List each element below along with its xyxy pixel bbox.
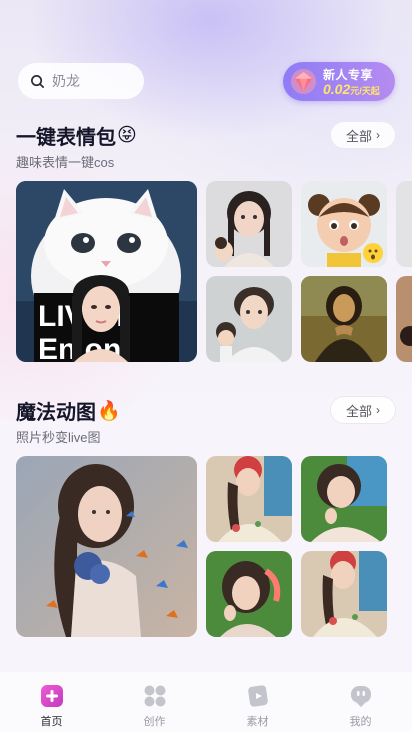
live-photo-2-image: [301, 456, 387, 542]
bottom-tab-bar: 首页 创作 素材 我的: [0, 672, 412, 732]
live-photo-3-image: [206, 551, 292, 637]
sticker-template-girl[interactable]: [206, 181, 292, 267]
promo-price-value: 0.02: [323, 81, 351, 97]
live-template-1[interactable]: [206, 456, 292, 542]
live-template-4[interactable]: [301, 551, 387, 637]
sticker-template-peek[interactable]: [396, 181, 412, 267]
section-title-live: 魔法动图 🔥: [16, 396, 121, 425]
peek-image: [396, 181, 412, 267]
section-title-text: 魔法动图: [16, 402, 96, 424]
see-all-label: 全部: [345, 403, 372, 419]
boy-photo-image: [206, 276, 292, 362]
tab-home[interactable]: 首页: [0, 672, 103, 732]
section-subtitle-live: 照片秒变live图: [16, 430, 101, 445]
tongue-emoji-icon: 😝: [117, 125, 137, 146]
see-all-live-button[interactable]: 全部 ›: [330, 396, 396, 424]
home-plus-icon: [40, 685, 63, 707]
section-title-stickers: 一键表情包 😝: [16, 121, 137, 150]
section-title-text: 一键表情包: [16, 127, 116, 149]
girl-photo-image: [206, 181, 292, 267]
mona-lisa-image: [301, 276, 387, 362]
new-user-promo-button[interactable]: 新人专享 0.02元/天起: [283, 62, 395, 101]
profile-face-icon: [350, 686, 371, 707]
see-all-label: 全部: [345, 128, 372, 144]
cat-photo-image: LIV AT En on: [16, 181, 197, 362]
tab-label: 我的: [349, 716, 372, 728]
sticker-template-mona-lisa[interactable]: [301, 276, 387, 362]
sticker-template-peek-2[interactable]: [396, 276, 412, 362]
chevron-right-icon: ›: [376, 128, 380, 142]
section-subtitle-stickers: 趣味表情一键cos: [16, 155, 115, 170]
tab-create[interactable]: 创作: [103, 672, 206, 732]
peek-image-2: [396, 276, 412, 362]
featured-sticker-template[interactable]: LIV AT En on: [16, 181, 197, 362]
live-template-2[interactable]: [301, 456, 387, 542]
promo-price: 0.02元/天起: [323, 81, 380, 99]
sticker-template-boy[interactable]: [206, 276, 292, 362]
live-photo-1-image: [206, 456, 292, 542]
tab-label: 素材: [246, 716, 269, 728]
see-all-stickers-button[interactable]: 全部 ›: [330, 121, 396, 149]
tab-label: 创作: [143, 716, 166, 728]
sticker-template-cartoon[interactable]: [301, 181, 387, 267]
featured-live-template[interactable]: [16, 456, 197, 637]
butterfly-girl-image: [16, 456, 197, 637]
gem-icon: [290, 68, 317, 95]
tab-label: 首页: [40, 716, 63, 728]
tab-material[interactable]: 素材: [206, 672, 309, 732]
promo-price-unit: 元/天起: [350, 86, 380, 96]
live-template-3[interactable]: [206, 551, 292, 637]
live-photo-4-image: [301, 551, 387, 637]
search-icon: [31, 74, 44, 88]
tab-profile[interactable]: 我的: [309, 672, 412, 732]
fire-emoji-icon: 🔥: [97, 400, 121, 422]
grid-dots-icon: [144, 685, 165, 707]
search-placeholder: 奶龙: [52, 73, 80, 89]
cartoon-girl-image: [301, 181, 387, 267]
search-bar[interactable]: 奶龙: [18, 63, 144, 99]
material-card-icon: [247, 685, 268, 707]
chevron-right-icon: ›: [376, 403, 380, 417]
